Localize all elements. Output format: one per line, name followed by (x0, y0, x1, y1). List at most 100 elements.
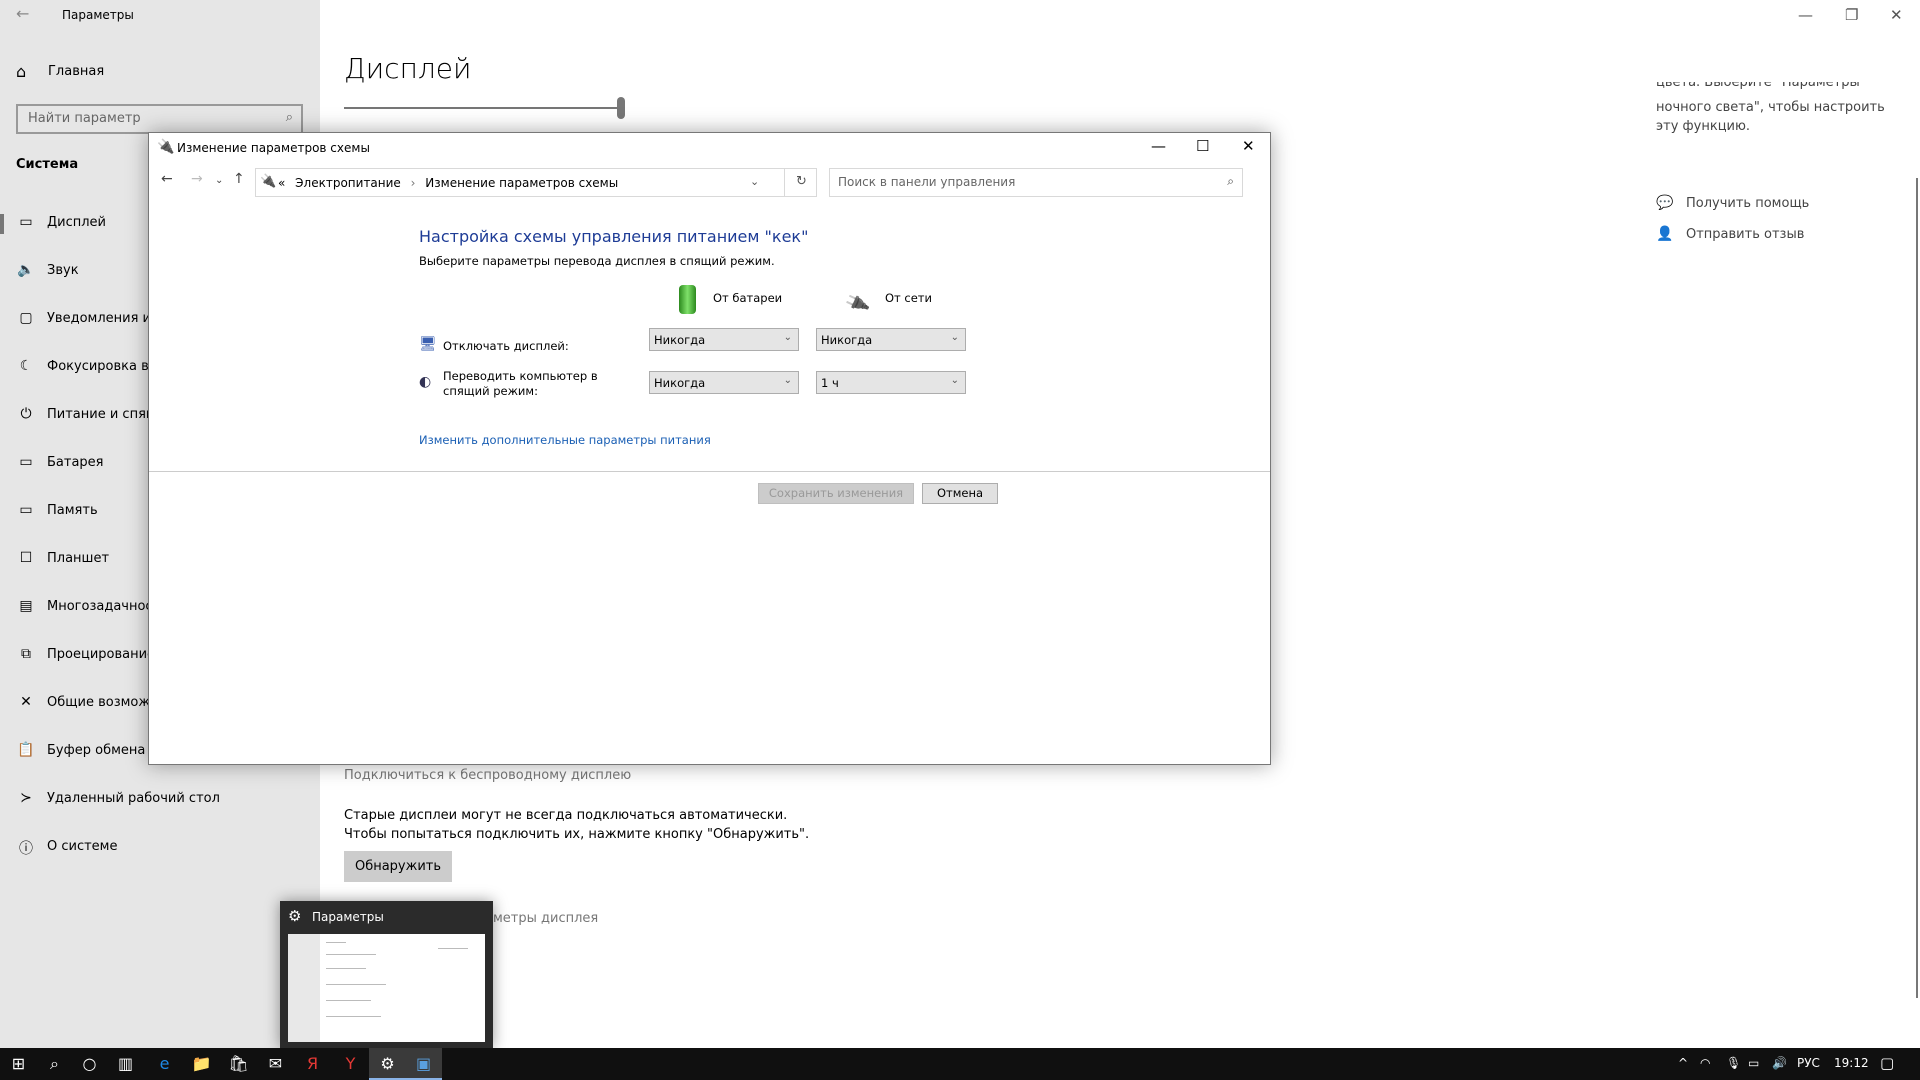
power-options-icon: 🔌 (260, 174, 277, 189)
sidebar-home[interactable]: Главная (48, 64, 104, 79)
network-icon[interactable]: ◠ (1700, 1056, 1710, 1070)
edge-icon[interactable]: e (146, 1048, 183, 1080)
breadcrumb-separator: › (410, 176, 416, 190)
col-battery: От батареи (713, 291, 783, 305)
cancel-button[interactable]: Отмена (922, 483, 998, 504)
sidebar-item-label: Проецирование (47, 647, 156, 662)
display-off-battery-select[interactable]: Никогда ⌄ (649, 328, 799, 351)
breadcrumb-power[interactable]: Электропитание (295, 176, 401, 190)
sleep-ac-select[interactable]: 1 ч ⌄ (816, 371, 966, 394)
yandex-browser-icon[interactable]: Y (332, 1048, 369, 1080)
search-placeholder: Найти параметр (28, 111, 141, 126)
preview-image (288, 934, 485, 1042)
page-title: Дисплей (344, 52, 472, 85)
sidebar-item-label: Уведомления и (47, 311, 151, 326)
info-icon: ⓘ (19, 841, 33, 857)
settings-icon[interactable]: ⚙ (369, 1048, 406, 1080)
volume-icon[interactable]: 🔊 (1772, 1056, 1787, 1070)
plan-subheading: Выберите параметры перевода дисплея в сп… (419, 254, 775, 268)
night-light-text: ночного света", чтобы настроить эту функ… (1656, 100, 1885, 134)
sidebar-item[interactable]: ⓘ О системе (0, 828, 320, 868)
close-icon[interactable]: ✕ (1890, 6, 1903, 24)
restore-icon[interactable]: ❐ (1845, 6, 1858, 24)
store-icon[interactable]: 🛍 (220, 1048, 257, 1080)
moon-icon: ☾ (19, 358, 33, 374)
cortana-icon[interactable]: ○ (71, 1048, 108, 1080)
home-icon: ⌂ (16, 62, 27, 81)
breadcrumb-overflow[interactable]: « (278, 176, 285, 190)
refresh-icon[interactable]: ↻ (796, 174, 807, 189)
remote-desktop-icon: ≻ (20, 790, 32, 806)
taskbar: ⊞ ⌕ ○ ▥ e 📁 🛍 ✉ Я Y ⚙ ▣ ^ ◠ 🎙 ▭ 🔊 РУС 19:12 ▢ (0, 1048, 1920, 1080)
nav-up-icon[interactable]: ↑ (233, 171, 245, 187)
plug-icon: 🔌 (843, 289, 872, 318)
power-plan-dialog: 🔌 Изменение параметров схемы — ☐ ✕ ← → ⌄… (148, 132, 1271, 765)
display-off-ac-select[interactable]: Никогда ⌄ (816, 328, 966, 351)
advanced-power-link[interactable]: Изменить дополнительные параметры питани… (419, 433, 711, 447)
dialog-maximize-icon[interactable]: ☐ (1196, 137, 1209, 155)
microphone-icon[interactable]: 🎙 (1726, 1056, 1741, 1070)
task-view-icon[interactable]: ▥ (107, 1048, 144, 1080)
address-dropdown-icon[interactable]: ⌄ (750, 175, 759, 188)
wireless-display-link[interactable]: Подключиться к беспроводному дисплею (344, 768, 631, 783)
sidebar-item-label: О системе (47, 839, 118, 854)
breadcrumb-current[interactable]: Изменение параметров схемы (425, 176, 618, 190)
settings-search-input[interactable]: Найти параметр ⌕ (16, 104, 303, 134)
battery-icon (679, 285, 696, 314)
control-panel-icon[interactable]: ▣ (405, 1048, 442, 1080)
notification-icon: ▢ (19, 310, 33, 326)
advanced-display-link[interactable]: метры дисплея (493, 911, 598, 926)
old-displays-text: Старые дисплеи могут не всегда подключат… (344, 808, 810, 842)
start-icon[interactable]: ⊞ (0, 1048, 37, 1080)
search-icon: ⌕ (1227, 174, 1234, 188)
sidebar-item[interactable]: ≻ Удаленный рабочий стол (0, 780, 320, 820)
sidebar-item-label: Буфер обмена (47, 743, 146, 758)
feedback-link[interactable]: 👤 Отправить отзыв (1656, 226, 1804, 242)
clock[interactable]: 19:12 (1834, 1056, 1869, 1070)
action-center-icon[interactable]: ▢ (1880, 1054, 1894, 1072)
dialog-minimize-icon[interactable]: — (1151, 137, 1166, 155)
language-indicator[interactable]: РУС (1797, 1056, 1820, 1070)
minimize-icon[interactable]: — (1798, 6, 1813, 24)
brightness-slider-track[interactable] (344, 107, 622, 109)
sleep-battery-select[interactable]: Никогда ⌄ (649, 371, 799, 394)
recent-pages-icon[interactable]: ⌄ (215, 175, 223, 186)
search-icon: ⌕ (285, 110, 293, 125)
selected-indicator (0, 214, 4, 234)
sleep-icon: ◐ (419, 374, 432, 390)
taskbar-thumbnail-preview[interactable]: ⚙ Параметры (280, 901, 493, 1048)
sidebar-item-label: Общие возмож (47, 695, 151, 710)
mail-icon[interactable]: ✉ (257, 1048, 294, 1080)
tablet-icon: ☐ (19, 550, 33, 566)
sidebar-item-label: Батарея (47, 455, 104, 470)
get-help-link[interactable]: 💬 Получить помощь (1656, 195, 1809, 211)
nav-back-icon[interactable]: ← (161, 171, 173, 187)
save-button[interactable]: Сохранить изменения (758, 483, 914, 504)
back-arrow-icon[interactable]: ← (16, 4, 29, 23)
section-title: Система (16, 157, 79, 172)
address-bar[interactable]: 🔌 « Электропитание › Изменение параметро… (255, 168, 817, 197)
battery-icon: ▭ (19, 454, 33, 470)
dialog-close-icon[interactable]: ✕ (1242, 137, 1255, 155)
chevron-down-icon: ⌄ (950, 332, 959, 343)
shared-experiences-icon: ✕ (20, 694, 32, 710)
help-icon: 💬 (1656, 195, 1674, 211)
search-icon[interactable]: ⌕ (36, 1048, 73, 1080)
file-explorer-icon[interactable]: 📁 (183, 1048, 220, 1080)
power-options-icon: 🔌 (157, 139, 175, 155)
chevron-down-icon: ⌄ (783, 375, 792, 386)
sidebar-item-label: Фокусировка вн (47, 359, 158, 374)
detect-button[interactable]: Обнаружить (344, 851, 452, 882)
night-light-text-clipped: цвета. Выберите "Параметры (1656, 82, 1860, 90)
control-panel-search-input[interactable]: Поиск в панели управления ⌕ (829, 168, 1243, 197)
battery-status-icon[interactable]: ▭ (1748, 1056, 1759, 1070)
scrollbar[interactable] (1916, 178, 1918, 998)
nav-forward-icon[interactable]: → (191, 171, 203, 187)
divider (149, 471, 1270, 472)
sidebar-item-label: Многозадачнос (47, 599, 153, 614)
chevron-down-icon: ⌄ (783, 332, 792, 343)
show-hidden-icons[interactable]: ^ (1678, 1056, 1688, 1070)
yandex-icon[interactable]: Я (294, 1048, 331, 1080)
brightness-slider-thumb[interactable] (617, 97, 625, 119)
storage-icon: ▭ (19, 502, 33, 518)
